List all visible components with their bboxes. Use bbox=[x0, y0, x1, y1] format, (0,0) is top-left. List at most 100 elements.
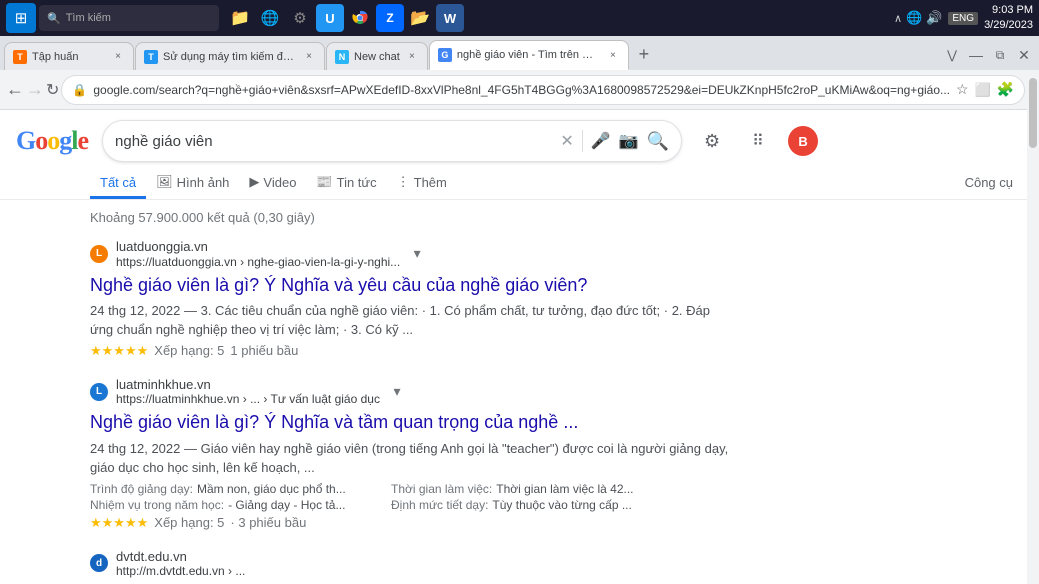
result1-more-icon[interactable]: ▾ bbox=[408, 245, 426, 263]
zalo-app[interactable]: Z bbox=[376, 4, 404, 32]
extension-icon[interactable]: 🧩 bbox=[997, 81, 1014, 98]
tools-button[interactable]: Công cụ bbox=[955, 169, 1023, 199]
maximize-button[interactable]: ⧉ bbox=[989, 44, 1011, 66]
tab-1[interactable]: T Tập huấn × bbox=[4, 42, 134, 70]
result2-rating-label: Xếp hạng: 5 bbox=[154, 515, 224, 530]
result2-snippet-cols: Trình độ giảng dạy: Mầm non, giáo dục ph… bbox=[90, 482, 690, 512]
clock[interactable]: 9:03 PM 3/29/2023 bbox=[984, 3, 1033, 34]
search-input[interactable] bbox=[115, 133, 552, 150]
screenshot-icon[interactable]: ⬜ bbox=[975, 82, 991, 98]
close-window-button[interactable]: ✕ bbox=[1013, 44, 1035, 66]
start-button[interactable]: ⊞ bbox=[6, 3, 36, 33]
tab-bar: T Tập huấn × T Sử dụng máy tìm kiếm để t… bbox=[0, 36, 1039, 70]
filter-tab-video[interactable]: ▶ Video bbox=[239, 168, 306, 199]
tab1-favicon: T bbox=[13, 50, 27, 64]
settings-app[interactable]: ⚙ bbox=[286, 4, 314, 32]
result1-rating: ★★★★★ Xếp hạng: 5 1 phiếu bầu bbox=[90, 343, 734, 359]
tab2-close[interactable]: × bbox=[302, 50, 316, 64]
sys-tray-icons: ∧ 🌐 🔊 bbox=[894, 10, 942, 26]
result1-title[interactable]: Nghề giáo viên là gì? Ý Nghĩa và yêu cầu… bbox=[90, 273, 734, 298]
video-label: Video bbox=[263, 175, 296, 190]
search-label: Tìm kiếm bbox=[66, 12, 111, 24]
new-tab-button[interactable]: + bbox=[630, 40, 658, 68]
edge-app[interactable]: 🌐 bbox=[256, 4, 284, 32]
filter-tab-them[interactable]: ⋮ Thêm bbox=[387, 168, 457, 199]
hinh-anh-icon: 🖼 bbox=[156, 174, 173, 190]
tools-label: Công cụ bbox=[965, 175, 1013, 190]
result3-site-name: dvtdt.edu.vn bbox=[116, 549, 245, 565]
image-search-icon[interactable]: 📷 bbox=[619, 131, 639, 151]
result1-votes: 1 phiếu bầu bbox=[230, 343, 298, 358]
chrome-app[interactable] bbox=[346, 4, 374, 32]
result2-site-url[interactable]: https://luatminhkhue.vn › ... › Tư vấn l… bbox=[116, 392, 380, 406]
voice-search-icon[interactable]: 🎤 bbox=[591, 131, 611, 151]
snippet-row-1a: Trình độ giảng dạy: Mầm non, giáo dục ph… bbox=[90, 482, 389, 496]
tab4-label: nghề giáo viên - Tìm trên Google bbox=[457, 49, 601, 61]
folder-app[interactable]: 📂 bbox=[406, 4, 434, 32]
filter-tab-hinh-anh[interactable]: 🖼 Hình ảnh bbox=[146, 168, 239, 199]
filter-tab-tat-ca[interactable]: Tất cả bbox=[90, 169, 146, 199]
taskbar-apps: 📁 🌐 ⚙ U Z 📂 W bbox=[226, 4, 464, 32]
result2-title[interactable]: Nghề giáo viên là gì? Ý Nghĩa và tầm qua… bbox=[90, 410, 734, 435]
them-icon: ⋮ bbox=[397, 174, 410, 190]
result1-rating-label: Xếp hạng: 5 bbox=[154, 343, 224, 358]
search-bar[interactable]: 🔍 Tìm kiếm bbox=[39, 5, 219, 31]
back-button[interactable]: ← bbox=[6, 76, 24, 104]
tab-2[interactable]: T Sử dụng máy tìm kiếm để tìm hi... × bbox=[135, 42, 325, 70]
search-clear-icon[interactable]: ✕ bbox=[560, 131, 573, 151]
tin-tuc-icon: 📰 bbox=[316, 174, 332, 190]
result2-more-icon[interactable]: ▾ bbox=[388, 383, 406, 401]
date-display: 3/29/2023 bbox=[984, 18, 1033, 33]
results-area: Khoảng 57.900.000 kết quả (0,30 giây) L … bbox=[0, 200, 750, 584]
antivirus-app[interactable]: U bbox=[316, 4, 344, 32]
result2-desc: 24 thg 12, 2022 — Giáo viên hay nghề giá… bbox=[90, 439, 734, 478]
tab4-close[interactable]: × bbox=[606, 48, 620, 62]
snippet-label-2a: Nhiệm vụ trong năm học: bbox=[90, 498, 224, 512]
address-text: google.com/search?q=nghề+giáo+viên&sxsrf… bbox=[93, 83, 950, 97]
google-profile-button[interactable]: B bbox=[788, 126, 818, 156]
main-search-bar[interactable]: ✕ 🎤 📷 🔍 bbox=[102, 120, 682, 162]
tab-3[interactable]: N New chat × bbox=[326, 42, 428, 70]
snippet-label-2b: Định mức tiết dạy: bbox=[391, 498, 488, 512]
snippet-row-2a: Nhiệm vụ trong năm học: - Giảng dạy - Họ… bbox=[90, 498, 389, 512]
page-content: Google ✕ 🎤 📷 🔍 ⚙ ⠿ B Tất cả 🖼 Hình ảnh bbox=[0, 110, 1039, 584]
result1-favicon: L bbox=[90, 245, 108, 263]
word-app[interactable]: W bbox=[436, 4, 464, 32]
result3-site-url[interactable]: http://m.dvtdt.edu.vn › ... bbox=[116, 564, 245, 578]
tab-menu-button[interactable]: ⋁ bbox=[941, 44, 963, 66]
scrollbar-thumb[interactable] bbox=[1029, 78, 1037, 148]
google-apps-icon[interactable]: ⠿ bbox=[742, 125, 774, 157]
result1-site-info: luatduonggia.vn https://luatduonggia.vn … bbox=[116, 239, 400, 269]
nav-bar: ← → ↻ 🔒 google.com/search?q=nghề+giáo+vi… bbox=[0, 70, 1039, 110]
google-logo[interactable]: Google bbox=[16, 126, 88, 156]
forward-button[interactable]: → bbox=[26, 76, 44, 104]
google-header: Google ✕ 🎤 📷 🔍 ⚙ ⠿ B bbox=[0, 110, 1039, 162]
snippet-row-1b: Thời gian làm việc: Thời gian làm việc l… bbox=[391, 482, 690, 496]
tab-4-active[interactable]: G nghề giáo viên - Tìm trên Google × bbox=[429, 40, 629, 70]
google-settings-icon[interactable]: ⚙ bbox=[696, 125, 728, 157]
search-icon: 🔍 bbox=[47, 12, 61, 25]
result1-desc: 24 thg 12, 2022 — 3. Các tiêu chuẩn của … bbox=[90, 301, 734, 340]
tab-controls: ⋁ — ⧉ ✕ bbox=[941, 44, 1035, 70]
lock-icon: 🔒 bbox=[72, 83, 87, 97]
snippet-label-1a: Trình độ giảng dạy: bbox=[90, 482, 193, 496]
bookmark-icon[interactable]: ☆ bbox=[956, 81, 969, 98]
minimize-button[interactable]: — bbox=[965, 44, 987, 66]
result1-site-url[interactable]: https://luatduonggia.vn › nghe-giao-vien… bbox=[116, 255, 400, 269]
reload-button[interactable]: ↻ bbox=[46, 76, 59, 104]
snippet-val-2b: Tùy thuộc vào từng cấp ... bbox=[492, 498, 631, 512]
result2-votes: · 3 phiếu bầu bbox=[230, 515, 306, 530]
tab1-close[interactable]: × bbox=[111, 50, 125, 64]
file-explorer-app[interactable]: 📁 bbox=[226, 4, 254, 32]
lang-badge[interactable]: ENG bbox=[948, 12, 978, 25]
tab3-close[interactable]: × bbox=[405, 50, 419, 64]
up-arrow-icon[interactable]: ∧ bbox=[894, 12, 902, 25]
filter-tabs-bar: Tất cả 🖼 Hình ảnh ▶ Video 📰 Tin tức ⋮ Th… bbox=[0, 162, 1039, 200]
filter-tab-tin-tuc[interactable]: 📰 Tin tức bbox=[306, 168, 386, 199]
scrollbar-track[interactable] bbox=[1027, 70, 1039, 584]
tab1-label: Tập huấn bbox=[32, 51, 106, 63]
search-submit-icon[interactable]: 🔍 bbox=[647, 131, 669, 152]
snippet-label-1b: Thời gian làm việc: bbox=[391, 482, 492, 496]
address-bar[interactable]: 🔒 google.com/search?q=nghề+giáo+viên&sxs… bbox=[61, 75, 1025, 105]
result-item-1: L luatduonggia.vn https://luatduonggia.v… bbox=[90, 239, 734, 359]
